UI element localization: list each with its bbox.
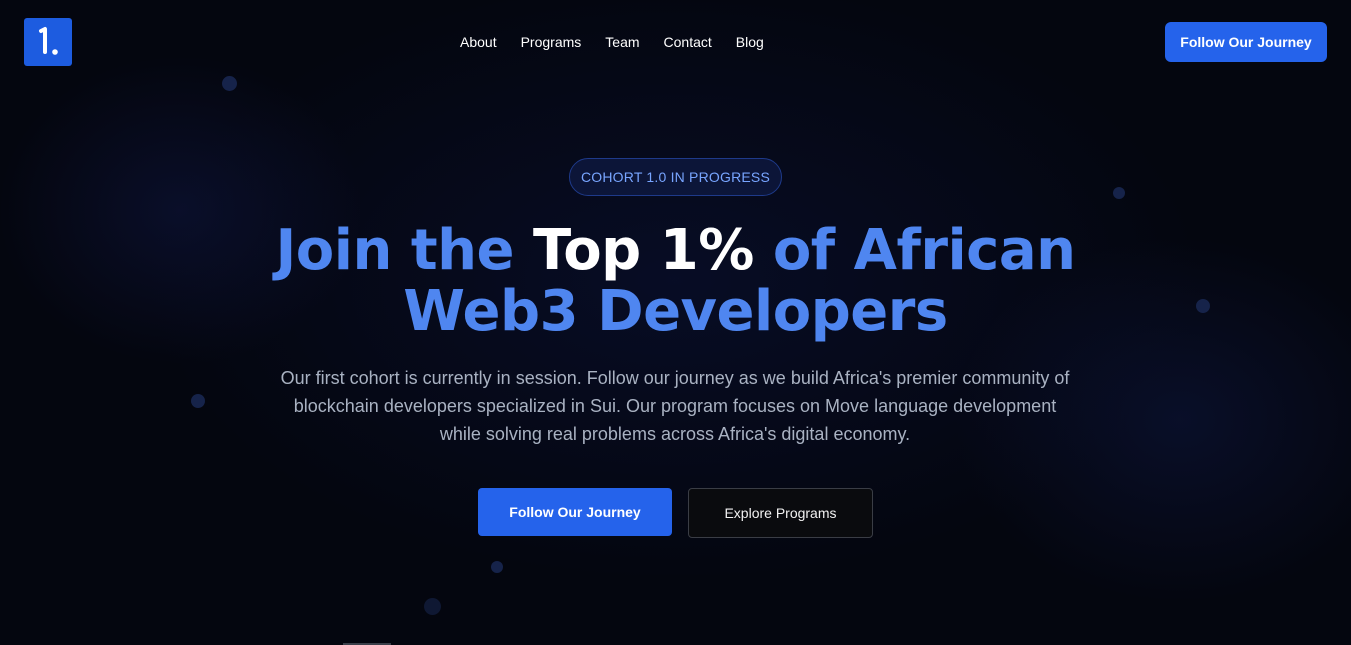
headline-part3: of African <box>753 218 1076 283</box>
particle-dot <box>222 76 237 91</box>
landing-page: About Programs Team Contact Blog Follow … <box>0 0 1351 645</box>
particle-dot <box>491 561 503 573</box>
hero-headline-line1: Join the Top 1% of African <box>0 220 1351 282</box>
follow-journey-button[interactable]: Follow Our Journey <box>478 488 672 536</box>
header-follow-button[interactable]: Follow Our Journey <box>1165 22 1327 62</box>
particle-dot <box>1113 187 1125 199</box>
nav-about[interactable]: About <box>460 33 497 51</box>
nav-team[interactable]: Team <box>605 33 639 51</box>
hero-subtitle: Our first cohort is currently in session… <box>280 368 1070 444</box>
headline-part1: Join the <box>275 218 533 283</box>
logo-mark-icon <box>39 27 58 55</box>
main-nav: About Programs Team Contact Blog <box>460 33 788 51</box>
nav-contact[interactable]: Contact <box>664 33 712 51</box>
nav-blog[interactable]: Blog <box>736 33 764 51</box>
hero-headline-line2: Web3 Developers <box>403 279 948 344</box>
particle-dot <box>191 394 205 408</box>
explore-programs-button[interactable]: Explore Programs <box>688 488 873 538</box>
cohort-status-badge: COHORT 1.0 IN PROGRESS <box>569 158 782 196</box>
logo[interactable] <box>24 18 72 66</box>
nav-programs[interactable]: Programs <box>521 33 582 51</box>
particle-dot <box>424 598 441 615</box>
headline-highlight: Top 1% <box>532 218 754 283</box>
